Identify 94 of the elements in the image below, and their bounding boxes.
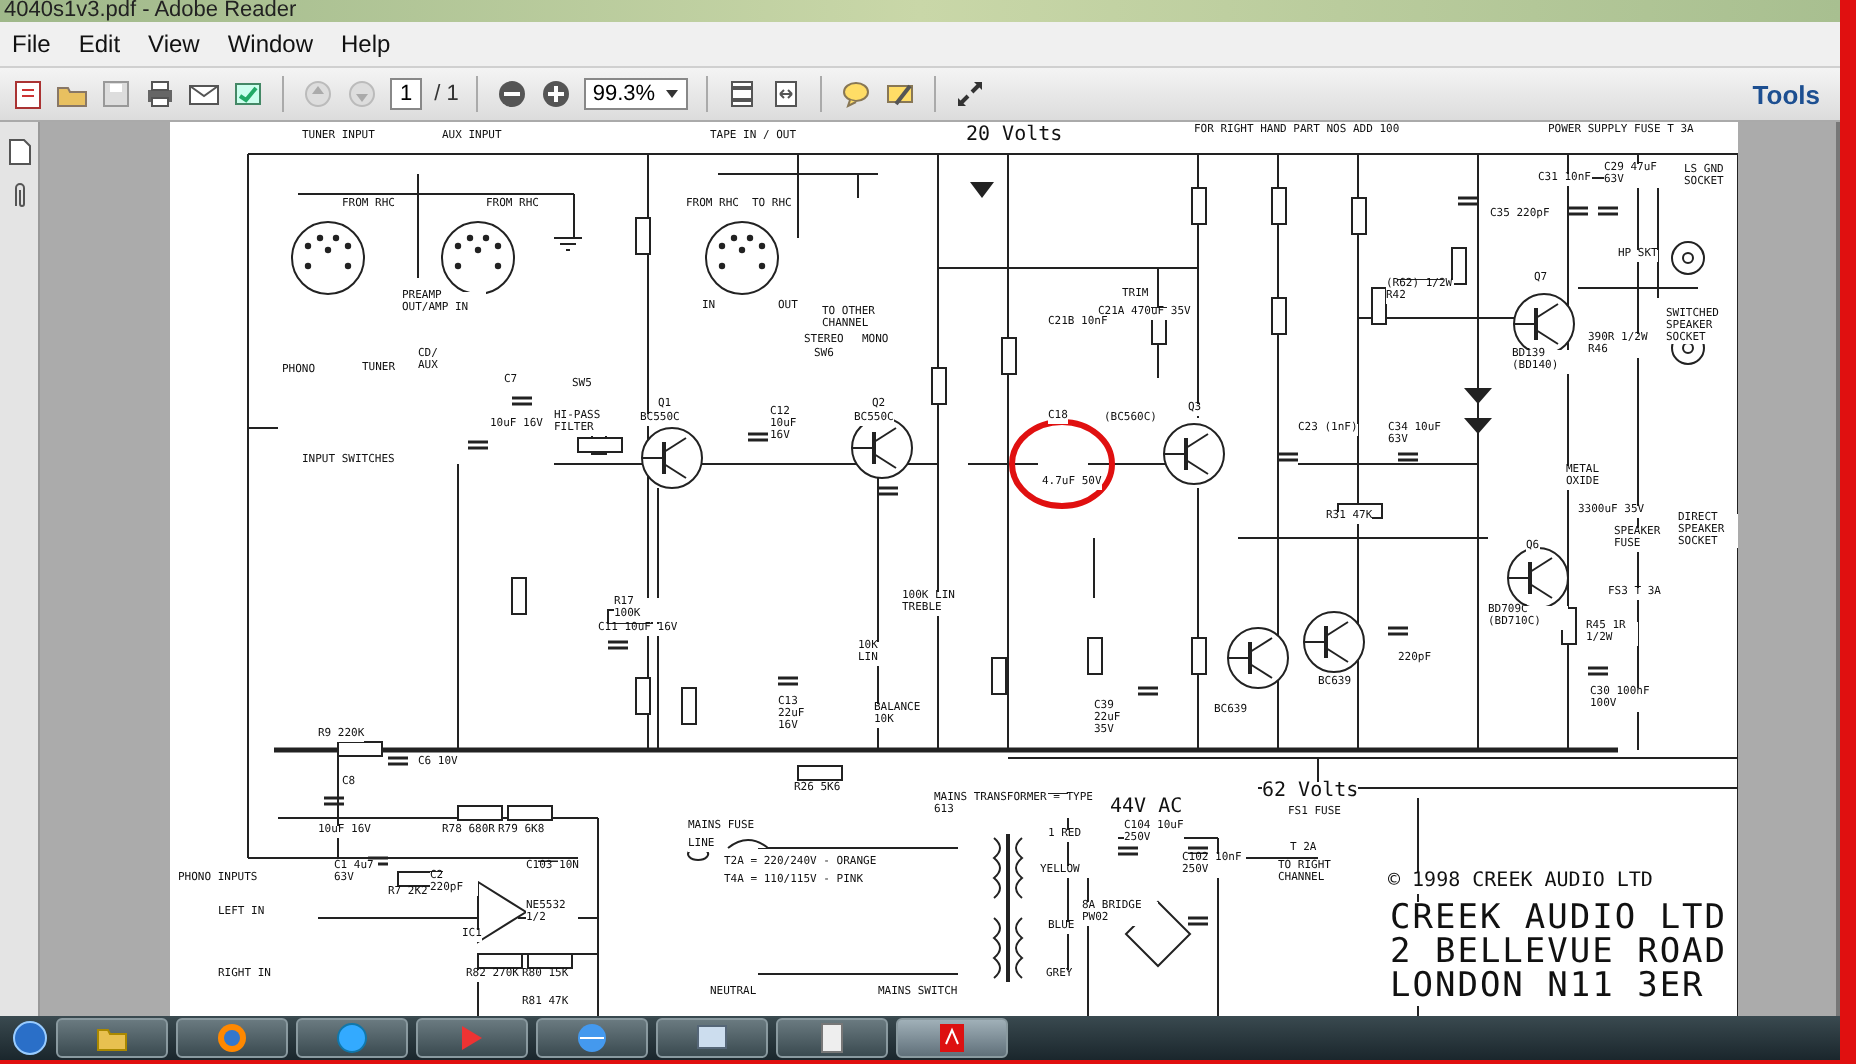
resistor-symbol <box>337 741 383 757</box>
window-title: 4040s1v3.pdf - Adobe Reader <box>4 0 297 22</box>
capacitor-symbol <box>1458 196 1478 206</box>
circle-annotation <box>1009 419 1115 509</box>
menu-item[interactable]: Help <box>329 26 403 62</box>
resistor-symbol <box>1351 197 1367 235</box>
capacitor-symbol <box>1588 666 1608 676</box>
fit-page-icon[interactable] <box>725 78 758 110</box>
capacitor-symbol <box>468 440 488 450</box>
resistor-symbol <box>1001 337 1017 375</box>
resistor-symbol <box>797 765 843 781</box>
capacitor-symbol <box>1138 686 1158 696</box>
taskbar-button[interactable] <box>536 1018 648 1058</box>
resistor-symbol <box>507 805 553 821</box>
globe-icon <box>334 1020 370 1056</box>
printer-icon[interactable] <box>144 78 176 110</box>
capacitor-symbol <box>878 486 898 496</box>
resistor-symbol <box>1371 287 1387 325</box>
resistor-symbol <box>1451 247 1467 285</box>
resistor-symbol <box>1087 637 1103 675</box>
capacitor-symbol <box>608 640 628 650</box>
din-socket-symbol <box>291 221 365 295</box>
browser-icon <box>214 1020 250 1056</box>
tools-button[interactable]: Tools <box>1752 79 1820 109</box>
resistor-symbol <box>931 367 947 405</box>
page-number-field[interactable]: 1 <box>390 78 423 110</box>
capacitor-symbol <box>1598 206 1618 216</box>
zoom-out-icon[interactable] <box>496 78 529 110</box>
schematic-label: © 1998 CREEK AUDIO LTD <box>1388 872 1653 893</box>
resistor-symbol <box>1191 187 1207 225</box>
capacitor-symbol <box>1118 846 1138 856</box>
capacitor-symbol <box>778 676 798 686</box>
resistor-symbol <box>477 953 523 969</box>
capacitor-symbol <box>1188 916 1208 926</box>
save-icon[interactable] <box>100 78 132 110</box>
schematic-label: 62 Volts <box>1262 782 1359 803</box>
taskbar-button[interactable] <box>416 1018 528 1058</box>
ground-symbol <box>553 237 583 251</box>
transistor-symbol <box>851 417 913 479</box>
diode-pair-symbol <box>1464 388 1492 434</box>
resistor-symbol <box>635 677 651 715</box>
resistor-symbol <box>527 953 573 969</box>
capacitor-symbol <box>512 396 532 406</box>
zener-diode-symbol <box>970 182 994 198</box>
capacitor-symbol <box>388 756 408 766</box>
capacitor-symbol <box>1568 206 1588 216</box>
schematic-label: 44V AC <box>1110 798 1183 819</box>
comment-icon[interactable] <box>839 78 872 110</box>
transistor-symbol <box>641 427 703 489</box>
start-orb-icon[interactable] <box>12 1020 48 1056</box>
schematic-label: 2 BELLEVUE ROAD <box>1390 936 1728 972</box>
caret-icon <box>663 88 680 100</box>
menu-item[interactable]: View <box>136 26 212 62</box>
taskbar-button[interactable] <box>56 1018 168 1058</box>
resistor-symbol <box>991 657 1007 695</box>
capacitor-symbol <box>1388 626 1408 636</box>
resistor-symbol <box>635 217 651 255</box>
fit-width-icon[interactable] <box>769 78 802 110</box>
capacitor-symbol <box>324 796 344 806</box>
din-socket-symbol <box>441 221 515 295</box>
transistor-symbol <box>1163 423 1225 485</box>
din-socket-symbol <box>705 221 779 295</box>
taskbar-button[interactable] <box>296 1018 408 1058</box>
transistor-symbol <box>1227 627 1289 689</box>
jack-socket-symbol <box>1671 241 1705 275</box>
taskbar-button[interactable] <box>776 1018 888 1058</box>
page-icon[interactable] <box>7 138 31 166</box>
taskbar-button[interactable] <box>176 1018 288 1058</box>
resistor-symbol <box>1271 187 1287 225</box>
menu-item[interactable]: File <box>0 26 63 62</box>
capacitor-symbol <box>748 432 768 442</box>
op-amp-symbol <box>477 880 528 944</box>
pdf-icon <box>934 1020 970 1056</box>
schematic-label: 20 Volts <box>966 126 1063 147</box>
resistor-symbol <box>681 687 697 725</box>
transistor-symbol <box>1513 293 1575 355</box>
schematic-label: CREEK AUDIO LTD <box>1390 902 1728 938</box>
zoom-dropdown[interactable]: 99.3% <box>584 78 688 110</box>
resistor-symbol <box>1271 297 1287 335</box>
schematic-label: LONDON N11 3ER <box>1390 970 1705 1006</box>
capacitor-symbol <box>1278 452 1298 462</box>
zoom-value: 99.3% <box>592 82 656 106</box>
taskbar-button[interactable] <box>656 1018 768 1058</box>
resistor-symbol <box>511 577 527 615</box>
transistor-symbol <box>1303 611 1365 673</box>
capacitor-symbol <box>1398 452 1418 462</box>
page-total: / 1 <box>434 82 459 106</box>
resistor-symbol <box>457 805 503 821</box>
expand-arrows-icon[interactable] <box>953 78 986 110</box>
menu-item[interactable]: Edit <box>66 26 133 62</box>
resistor-symbol <box>1191 637 1207 675</box>
browser-icon <box>574 1020 610 1056</box>
zoom-in-icon[interactable] <box>540 78 573 110</box>
menu-item[interactable]: Window <box>215 26 326 62</box>
